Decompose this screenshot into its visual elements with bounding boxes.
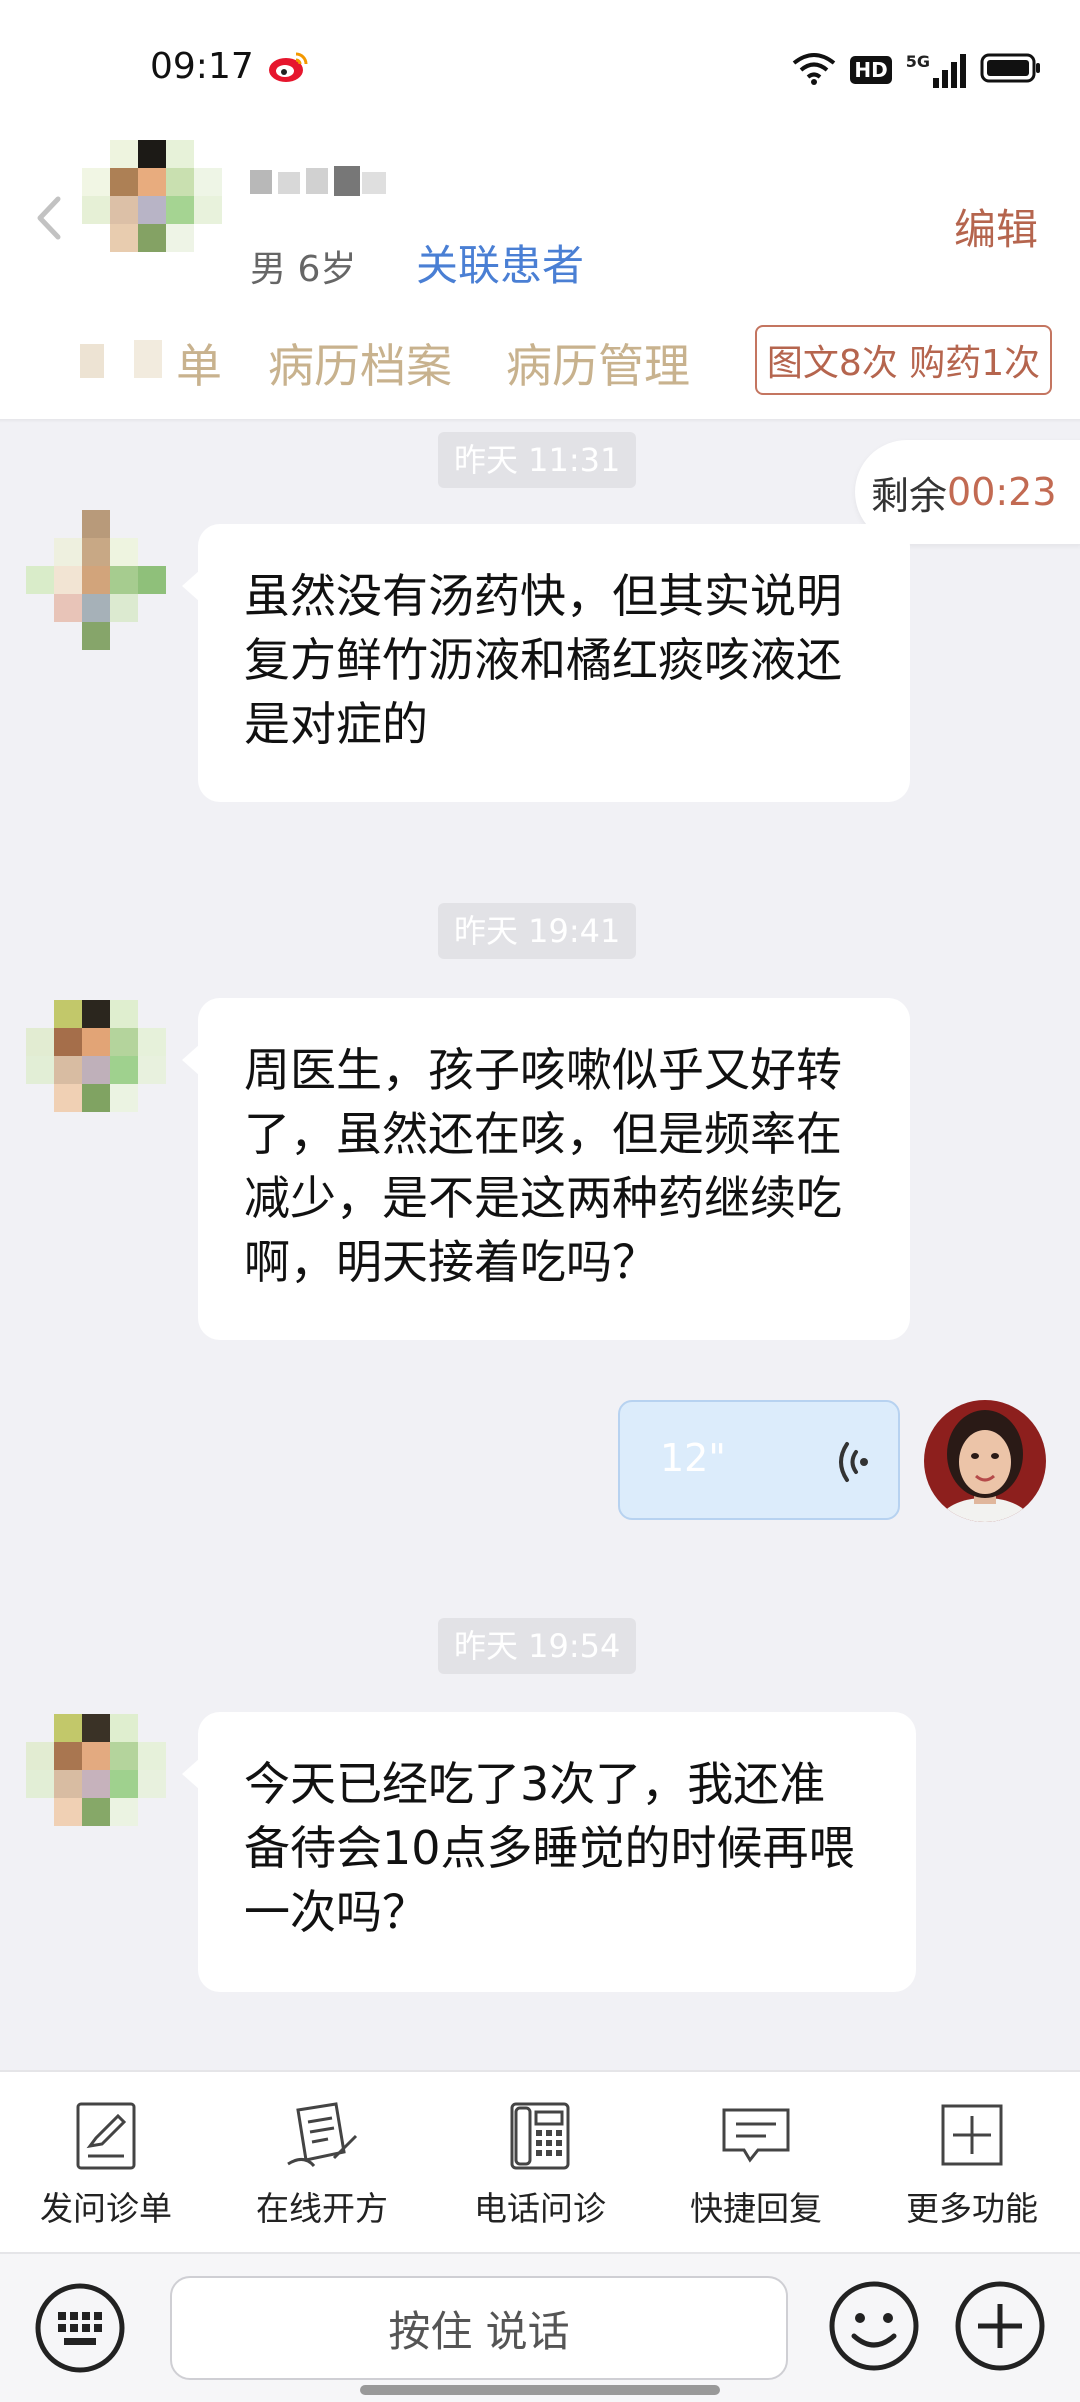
voice-wave-icon [830,1438,874,1486]
hd-icon: HD [850,56,892,84]
patient-gender-age: 男 6岁 [250,249,357,290]
voice-duration: 12" [660,1436,726,1480]
quick-reply-icon [722,2108,790,2163]
patient-message-bubble[interactable]: 周医生，孩子咳嗽似乎又好转了，虽然还在咳，但是频率在减少，是不是这两种药继续吃啊… [182,998,910,1340]
doctor-avatar[interactable] [924,1400,1046,1522]
tool-phone-consultation[interactable]: 电话问诊 [440,2100,640,2230]
timestamp: 昨天 19:41 [438,903,637,959]
patient-message-avatar[interactable] [26,510,166,650]
hold-to-talk-button[interactable]: 按住 说话 [170,2276,788,2380]
edit-button[interactable]: 编辑 [954,196,1038,257]
phone-consult-icon [510,2102,570,2170]
patient-message-avatar[interactable] [26,1714,166,1854]
tool-online-prescription[interactable]: 在线开方 [222,2100,422,2230]
patient-message-bubble[interactable]: 今天已经吃了3次了，我还准备待会10点多睡觉的时候再喂一次吗？ [182,1712,916,1992]
tool-label: 更多功能 [906,2189,1038,2228]
patient-message-bubble[interactable]: 虽然没有汤药快，但其实说明复方鲜竹沥液和橘红痰咳液还是对症的 [182,524,910,802]
prescription-icon [287,2102,358,2168]
5g-signal-icon: 5G [906,52,966,88]
action-toolbar: 发问诊单 在线开方 电话问诊 快捷回复 更多功能 [0,2070,1080,2252]
patient-avatar[interactable] [82,140,222,280]
status-icons: HD 5G [792,50,1042,90]
voice-message-bubble[interactable]: 12" [618,1400,900,1520]
header-tabs: 单 病历档案 病历管理 [0,330,740,393]
link-patient-button[interactable]: 关联患者 [416,232,584,293]
input-bar: 按住 说话 [0,2252,1080,2402]
emoji-icon[interactable] [828,2280,920,2372]
back-icon[interactable] [34,195,64,241]
patient-name-blurred [250,166,395,198]
tool-label: 发问诊单 [40,2189,172,2228]
remaining-label: 剩余 [871,473,948,518]
tool-more-functions[interactable]: 更多功能 [872,2100,1072,2230]
consultation-counter[interactable]: 图文8次 购药1次 [755,325,1052,395]
timestamp: 昨天 19:54 [438,1618,637,1674]
plus-icon[interactable] [954,2280,1046,2372]
tool-label: 快捷回复 [690,2189,822,2228]
keyboard-icon[interactable] [34,2282,126,2374]
status-bar: 09:17 HD 5G [0,0,1080,130]
patient-message-avatar[interactable] [26,1000,166,1140]
tool-label: 电话问诊 [474,2189,606,2228]
more-functions-icon [941,2104,1003,2166]
remaining-countdown: 00:23 [947,470,1057,514]
network-label: 5G [905,52,930,71]
tool-send-questionnaire[interactable]: 发问诊单 [6,2100,206,2230]
timestamp: 昨天 11:31 [438,432,637,488]
tab-questionnaire[interactable]: 单 [176,330,222,396]
tab-medical-records[interactable]: 病历档案 [268,330,452,396]
tool-quick-reply[interactable]: 快捷回复 [656,2100,856,2230]
questionnaire-icon [76,2102,136,2170]
status-time: 09:17 [150,46,254,87]
tab-blurred-prefix [80,338,170,384]
weibo-icon [268,50,310,84]
tool-label: 在线开方 [256,2189,388,2228]
tab-records-management[interactable]: 病历管理 [506,330,690,396]
wifi-icon [792,51,836,89]
battery-icon [980,52,1042,88]
home-indicator[interactable] [360,2385,720,2395]
header-divider [0,419,1080,423]
